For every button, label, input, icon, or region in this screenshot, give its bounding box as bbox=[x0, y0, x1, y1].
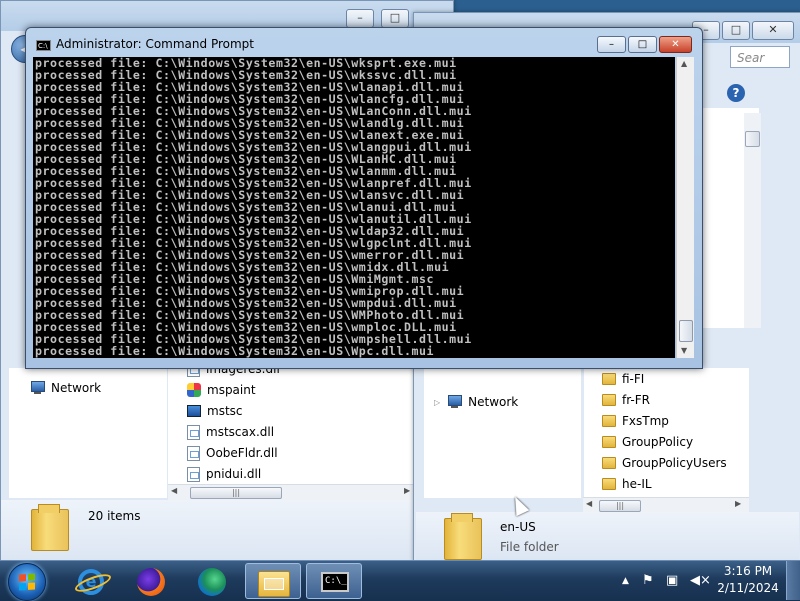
show-desktop-button[interactable] bbox=[786, 561, 800, 600]
dll-file-icon bbox=[187, 445, 200, 461]
folder-row[interactable]: he-IL bbox=[602, 474, 652, 494]
navigation-pane bbox=[424, 368, 581, 498]
folder-row[interactable]: GroupPolicyUsers bbox=[602, 453, 727, 473]
folder-icon bbox=[602, 457, 616, 469]
vertical-scrollbar[interactable] bbox=[744, 113, 761, 328]
folder-row[interactable]: fr-FR bbox=[602, 390, 650, 410]
folder-name: GroupPolicy bbox=[622, 435, 694, 449]
close-button[interactable]: ✕ bbox=[659, 36, 692, 53]
network-tray-icon[interactable]: ▣ bbox=[666, 573, 678, 588]
file-row[interactable]: mspaint bbox=[187, 380, 256, 400]
paint-app-icon bbox=[187, 383, 201, 397]
firefox-icon bbox=[137, 568, 165, 596]
taskbar-command-prompt[interactable]: C:\_ bbox=[306, 563, 362, 599]
scroll-thumb[interactable] bbox=[745, 131, 760, 147]
taskbar-edge[interactable] bbox=[184, 563, 240, 599]
clock[interactable]: 3:16 PM 2/11/2024 bbox=[716, 563, 780, 597]
taskbar-explorer[interactable] bbox=[245, 563, 301, 599]
folder-icon bbox=[602, 394, 616, 406]
scroll-left-icon[interactable]: ◀ bbox=[586, 499, 592, 508]
item-count: 20 items bbox=[88, 509, 141, 523]
volume-muted-icon[interactable]: ◀× bbox=[690, 573, 711, 588]
console-lines: processed file: C:\Windows\System32\en-U… bbox=[33, 57, 675, 357]
network-icon bbox=[446, 395, 463, 409]
expand-arrow-icon[interactable]: ▷ bbox=[434, 398, 440, 407]
file-row[interactable]: pnidui.dll bbox=[187, 464, 261, 484]
file-name: pnidui.dll bbox=[206, 467, 262, 481]
maximize-button[interactable]: □ bbox=[628, 36, 657, 53]
folder-row[interactable]: GroupPolicy bbox=[602, 432, 693, 452]
scroll-thumb[interactable]: ||| bbox=[190, 487, 282, 499]
taskbar-firefox[interactable] bbox=[123, 563, 179, 599]
folder-name: FxsTmp bbox=[622, 414, 669, 428]
nav-item-network-label: Network bbox=[468, 395, 519, 409]
folder-name: GroupPolicyUsers bbox=[622, 456, 727, 470]
selected-item-name: en-US bbox=[500, 520, 536, 534]
file-explorer-icon bbox=[258, 571, 290, 597]
action-center-flag-icon[interactable]: ⚑ bbox=[642, 573, 654, 588]
minimize-button[interactable]: – bbox=[597, 36, 626, 53]
file-name: mspaint bbox=[207, 383, 256, 397]
horizontal-scrollbar[interactable]: ◀ ||| ▶ bbox=[583, 497, 749, 513]
file-row[interactable]: OobeFldr.dll bbox=[187, 443, 278, 463]
folder-icon bbox=[602, 415, 616, 427]
folder-name: he-IL bbox=[622, 477, 652, 491]
nav-item-network[interactable]: Network bbox=[29, 381, 101, 395]
clock-time: 3:16 PM bbox=[723, 564, 773, 578]
folder-icon bbox=[602, 373, 616, 385]
scroll-down-icon[interactable]: ▼ bbox=[681, 346, 687, 355]
nav-item-network-label: Network bbox=[51, 381, 102, 395]
nav-item-network[interactable]: ▷ Network bbox=[434, 395, 518, 409]
taskbar-internet-explorer[interactable]: e bbox=[62, 563, 118, 599]
scroll-right-icon[interactable]: ▶ bbox=[735, 499, 741, 508]
clock-date: 2/11/2024 bbox=[717, 581, 779, 595]
taskbar: e C:\_ bbox=[0, 560, 800, 601]
dll-file-icon bbox=[187, 466, 200, 482]
scroll-thumb[interactable] bbox=[679, 320, 693, 342]
scroll-thumb[interactable]: ||| bbox=[599, 500, 641, 512]
network-icon bbox=[29, 381, 45, 395]
close-button[interactable]: ✕ bbox=[752, 21, 794, 40]
vertical-scrollbar[interactable]: ▲ ▼ bbox=[676, 57, 694, 358]
command-prompt-icon: C:\_ bbox=[321, 572, 349, 592]
remote-desktop-icon bbox=[187, 405, 201, 417]
folder-name: fr-FR bbox=[622, 393, 650, 407]
scroll-up-icon[interactable]: ▲ bbox=[681, 59, 687, 68]
folder-name: fi-FI bbox=[622, 372, 645, 386]
maximize-button[interactable]: □ bbox=[722, 21, 750, 40]
search-input[interactable]: Sear bbox=[730, 46, 790, 68]
file-name: mstsc bbox=[207, 404, 243, 418]
minimize-button[interactable]: – bbox=[346, 9, 374, 28]
command-prompt-window[interactable]: C:\ Administrator: Command Prompt – □ ✕ … bbox=[25, 27, 703, 369]
console-output[interactable]: processed file: C:\Windows\System32\en-U… bbox=[33, 57, 675, 358]
folder-large-icon bbox=[31, 504, 69, 551]
file-name: OobeFldr.dll bbox=[206, 446, 278, 460]
help-icon[interactable]: ? bbox=[727, 84, 745, 102]
file-row[interactable]: mstscax.dll bbox=[187, 422, 274, 442]
show-hidden-icons-icon[interactable]: ▲ bbox=[622, 576, 629, 586]
edge-icon bbox=[198, 568, 226, 596]
maximize-button[interactable]: □ bbox=[381, 9, 409, 28]
start-button[interactable] bbox=[8, 563, 46, 601]
folder-icon bbox=[602, 436, 616, 448]
dll-file-icon bbox=[187, 424, 200, 440]
folder-row[interactable]: fi-FI bbox=[602, 369, 644, 389]
file-name: mstscax.dll bbox=[206, 425, 275, 439]
console-line: processed file: C:\Windows\System32\en-U… bbox=[35, 344, 435, 358]
scroll-left-icon[interactable]: ◀ bbox=[171, 486, 177, 495]
scroll-right-icon[interactable]: ▶ bbox=[404, 486, 410, 495]
folder-large-icon bbox=[444, 513, 482, 560]
selected-item-type: File folder bbox=[500, 540, 559, 554]
command-prompt-icon: C:\ bbox=[36, 40, 51, 51]
folder-row[interactable]: FxsTmp bbox=[602, 411, 669, 431]
file-row[interactable]: mstsc bbox=[187, 401, 243, 421]
folder-icon bbox=[602, 478, 616, 490]
internet-explorer-icon: e bbox=[78, 569, 104, 595]
window-title: Administrator: Command Prompt bbox=[56, 37, 254, 51]
horizontal-scrollbar[interactable]: ◀ ||| ▶ bbox=[168, 484, 416, 500]
